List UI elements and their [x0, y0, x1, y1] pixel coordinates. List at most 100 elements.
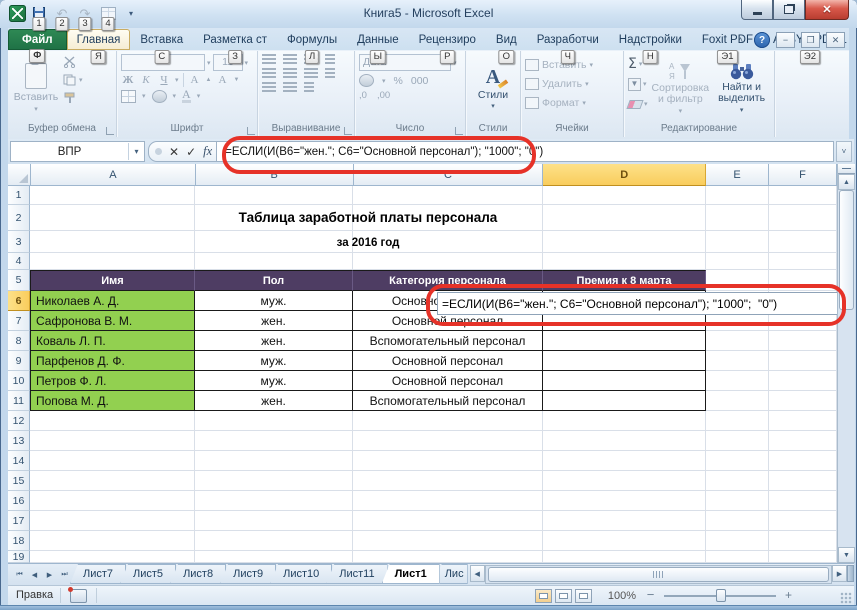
delete-cells-button[interactable]: Удалить▾	[525, 76, 619, 92]
cell-B19[interactable]	[195, 551, 353, 563]
cell-C9[interactable]: Основной персонал	[353, 351, 543, 371]
row-header-1[interactable]: 1	[8, 186, 30, 205]
sheet-tab-Лист1[interactable]: Лист1	[382, 564, 440, 584]
cell-A14[interactable]	[30, 451, 195, 471]
table-header-Категория персонала[interactable]: Категория персонала	[353, 270, 543, 291]
cell-D16[interactable]	[543, 491, 706, 511]
zoom-in-button[interactable]: +	[781, 588, 796, 602]
tab-Разметка ст[interactable]: Разметка стЗ	[193, 29, 277, 50]
page-break-view-button[interactable]	[575, 589, 592, 603]
vertical-scrollbar[interactable]: ▲ ▼	[837, 164, 855, 563]
cell-A11[interactable]: Попова М. Д.	[30, 391, 195, 411]
cut-button[interactable]	[63, 54, 83, 70]
row-header-18[interactable]: 18	[8, 531, 30, 551]
merge-center-button[interactable]	[325, 68, 335, 78]
align-top-button[interactable]	[262, 54, 276, 64]
vertical-scroll-thumb[interactable]	[839, 190, 854, 310]
cell-D4[interactable]	[543, 253, 706, 270]
cell-D11[interactable]	[543, 391, 706, 411]
column-header-A[interactable]: A	[31, 164, 196, 186]
increase-indent-button[interactable]	[283, 82, 297, 92]
align-left-button[interactable]	[262, 68, 276, 78]
cell-A19[interactable]	[30, 551, 195, 563]
row-header-3[interactable]: 3	[8, 231, 30, 253]
sheet-tab-Лист5[interactable]: Лист5	[120, 564, 176, 584]
copy-button[interactable]: ▾	[63, 72, 83, 88]
cell-C4[interactable]	[353, 253, 543, 270]
grow-font-button[interactable]: А	[188, 73, 202, 87]
row-header-16[interactable]: 16	[8, 491, 30, 511]
cell-A18[interactable]	[30, 531, 195, 551]
cell-A16[interactable]	[30, 491, 195, 511]
minimize-button[interactable]	[741, 0, 773, 20]
italic-button[interactable]: К	[139, 73, 153, 87]
cell-E14[interactable]	[706, 451, 769, 471]
wrap-text-button[interactable]	[304, 82, 314, 92]
cell-E2[interactable]	[706, 205, 769, 231]
select-all-corner[interactable]	[8, 164, 31, 186]
cell-F8[interactable]	[769, 331, 837, 351]
cell-E9[interactable]	[706, 351, 769, 371]
tab-Надстройки[interactable]: НадстройкиН	[609, 29, 692, 50]
horizontal-scroll-thumb[interactable]	[488, 567, 829, 582]
row-header-5[interactable]: 5	[8, 270, 30, 291]
cell-E4[interactable]	[706, 253, 769, 270]
cell-F16[interactable]	[769, 491, 837, 511]
cell-B12[interactable]	[195, 411, 353, 431]
close-button[interactable]: ✕	[805, 0, 849, 20]
zoom-level[interactable]: 100%	[608, 590, 636, 602]
dialog-launcher-icon[interactable]	[247, 127, 255, 135]
cell-B18[interactable]	[195, 531, 353, 551]
zoom-out-button[interactable]: −	[643, 587, 658, 602]
cell-D19[interactable]	[543, 551, 706, 563]
cell-A13[interactable]	[30, 431, 195, 451]
cell-C16[interactable]	[353, 491, 543, 511]
tab-Файл[interactable]: ФайлФ	[8, 29, 67, 50]
align-center-button[interactable]	[283, 68, 297, 78]
table-header-Премия к 8 марта[interactable]: Премия к 8 марта	[543, 270, 706, 291]
dialog-launcher-icon[interactable]	[106, 127, 114, 135]
sheet-tab-Лист10[interactable]: Лист10	[270, 564, 332, 584]
cell-E18[interactable]	[706, 531, 769, 551]
cell-D15[interactable]	[543, 471, 706, 491]
table-header-Имя[interactable]: Имя	[30, 270, 195, 291]
cell-B15[interactable]	[195, 471, 353, 491]
fill-color-button[interactable]	[152, 90, 167, 103]
cell-B4[interactable]	[195, 253, 353, 270]
cell-E11[interactable]	[706, 391, 769, 411]
cell-B11[interactable]: жен.	[195, 391, 353, 411]
column-header-C[interactable]: C	[354, 164, 544, 186]
cell-E12[interactable]	[706, 411, 769, 431]
cell-E17[interactable]	[706, 511, 769, 531]
restore-button[interactable]	[773, 0, 805, 20]
first-sheet-button[interactable]: ⏮	[12, 567, 27, 582]
row-header-8[interactable]: 8	[8, 331, 30, 351]
row-header-17[interactable]: 17	[8, 511, 30, 531]
tab-Главная[interactable]: ГлавнаяЯ	[67, 29, 131, 50]
increase-decimal-button[interactable]: ,0	[359, 90, 367, 101]
zoom-slider-thumb[interactable]	[716, 589, 726, 602]
row-header-19[interactable]: 19	[8, 551, 30, 563]
cell-A17[interactable]	[30, 511, 195, 531]
horizontal-scrollbar[interactable]	[485, 565, 832, 584]
align-right-button[interactable]	[304, 68, 318, 78]
percent-style-button[interactable]: %	[394, 75, 403, 87]
cell-C15[interactable]	[353, 471, 543, 491]
decrease-indent-button[interactable]	[262, 82, 276, 92]
page-layout-view-button[interactable]	[555, 589, 572, 603]
cell-D17[interactable]	[543, 511, 706, 531]
cell-E19[interactable]	[706, 551, 769, 563]
tab-split-handle[interactable]	[847, 565, 854, 582]
cell-F10[interactable]	[769, 371, 837, 391]
shrink-font-button[interactable]: А	[215, 73, 229, 87]
cell-F1[interactable]	[769, 186, 837, 205]
cell-F14[interactable]	[769, 451, 837, 471]
row-header-12[interactable]: 12	[8, 411, 30, 431]
cell-E5[interactable]	[706, 270, 769, 291]
formula-input[interactable]: =ЕСЛИ(И(B6="жен."; C6="Основной персонал…	[217, 141, 834, 162]
column-header-D[interactable]: D	[543, 164, 706, 186]
cell-B8[interactable]: жен.	[195, 331, 353, 351]
borders-button[interactable]	[121, 90, 136, 103]
cancel-entry-button[interactable]: ✕	[169, 146, 179, 158]
cell-B17[interactable]	[195, 511, 353, 531]
